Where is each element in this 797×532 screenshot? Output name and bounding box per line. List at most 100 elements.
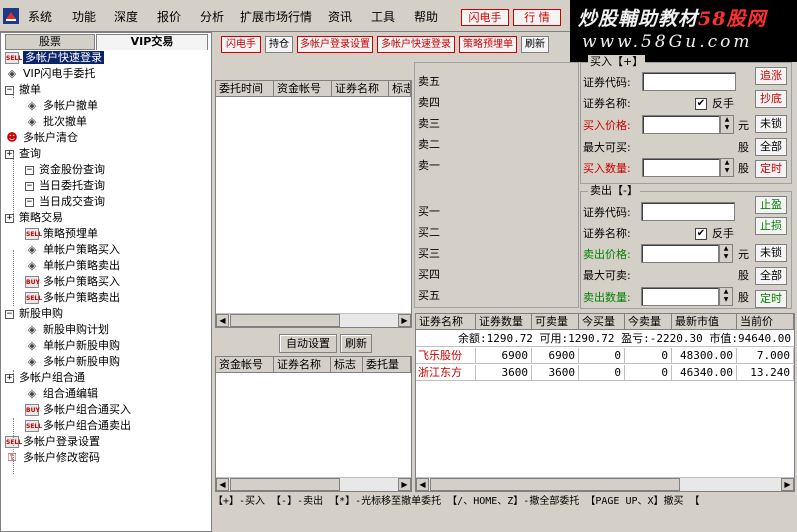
tree-item[interactable]: ◈ 多帐户撤单 — [25, 98, 98, 114]
scroll-right-icon[interactable]: ▶ — [398, 314, 411, 327]
holding-cell[interactable]: 13.240 — [737, 365, 794, 381]
sell-qty-input[interactable] — [641, 287, 719, 306]
scroll-thumb[interactable] — [430, 478, 680, 491]
market-quote-button[interactable]: 行 情 — [513, 9, 561, 26]
buy-dip-button[interactable]: 抄底 — [755, 90, 787, 108]
tree-item[interactable]: − 当日委托查询 — [25, 178, 105, 194]
menu-tools[interactable]: 工具 — [371, 9, 395, 25]
holding-name[interactable]: 飞乐股份 — [416, 348, 476, 364]
scroll-thumb[interactable] — [230, 314, 340, 327]
holding-cell[interactable]: 46340.00 — [672, 365, 737, 381]
take-profit-button[interactable]: 止盈 — [755, 196, 787, 214]
toolbar-login-settings-button[interactable]: 多帐户登录设置 — [297, 36, 373, 53]
menu-news[interactable]: 资讯 — [328, 9, 352, 25]
buy-reverse-checkbox[interactable]: ✔ — [695, 98, 707, 110]
toolbar-quick-login-button[interactable]: 多帐户快速登录 — [377, 36, 455, 53]
buy-qty-input[interactable] — [642, 158, 720, 177]
sell-reverse-checkbox[interactable]: ✔ — [695, 228, 707, 240]
tab-stock[interactable]: 股票 — [5, 34, 95, 50]
menu-depth[interactable]: 深度 — [114, 9, 138, 25]
buy-qty-spinner[interactable]: ▲ ▼ — [720, 158, 734, 177]
menu-analysis[interactable]: 分析 — [200, 9, 224, 25]
holding-cell[interactable]: 6900 — [476, 348, 532, 364]
tree-item[interactable]: SELL策略预埋单 — [25, 226, 98, 242]
holding-cell[interactable]: 0 — [625, 348, 672, 364]
buy-price-input[interactable] — [642, 115, 720, 134]
sell-price-spinner[interactable]: ▲ ▼ — [719, 244, 733, 263]
holding-cell[interactable]: 7.000 — [737, 348, 794, 364]
tree-item[interactable]: − 资金股份查询 — [25, 162, 105, 178]
orders-hscroll[interactable]: ◀ ▶ — [216, 313, 411, 327]
sell-price-input[interactable] — [641, 244, 719, 263]
scroll-right-icon[interactable]: ▶ — [398, 478, 411, 491]
tree-item[interactable]: ◈ VIP闪电手委托 — [5, 66, 96, 82]
tree-item[interactable]: ◈ 单帐户策略卖出 — [25, 258, 120, 274]
col-order-qty[interactable]: 委托量 — [363, 357, 411, 373]
col-account[interactable]: 资金帐号 — [216, 357, 274, 373]
tree-item[interactable]: ◈ 单帐户新股申购 — [25, 338, 120, 354]
tree-item[interactable]: ☻ 多帐户清仓 — [5, 130, 78, 146]
menu-extended-market[interactable]: 扩展市场行情 — [240, 9, 312, 25]
tree-item[interactable]: ◈ 多帐户新股申购 — [25, 354, 120, 370]
tree-item[interactable]: ◈ 新股申购计划 — [25, 322, 109, 338]
holdings-hscroll[interactable]: ◀ ▶ — [416, 477, 794, 491]
scroll-left-icon[interactable]: ◀ — [216, 314, 229, 327]
holding-cell[interactable]: 0 — [579, 365, 625, 381]
menu-quote[interactable]: 报价 — [157, 9, 181, 25]
scroll-left-icon[interactable]: ◀ — [216, 478, 229, 491]
holding-cell[interactable]: 3600 — [532, 365, 579, 381]
menu-system[interactable]: 系统 — [28, 9, 52, 25]
sell-code-input[interactable] — [641, 202, 735, 221]
tree-item[interactable]: SELL多帐户组合通卖出 — [25, 418, 131, 434]
tree-item[interactable]: − 当日成交查询 — [25, 194, 105, 210]
holding-name[interactable]: 浙江东方 — [416, 365, 476, 381]
holding-cell[interactable]: 3600 — [476, 365, 532, 381]
menu-help[interactable]: 帮助 — [414, 9, 438, 25]
tree-item[interactable]: ◈ 组合通编辑 — [25, 386, 98, 402]
buy-lock-button[interactable]: 未锁 — [755, 115, 787, 133]
chase-rise-button[interactable]: 追涨 — [755, 67, 787, 85]
holding-cell[interactable]: 0 — [625, 365, 672, 381]
sell-all-button[interactable]: 全部 — [755, 267, 787, 285]
tree-item[interactable]: ⚿ 多帐户修改密码 — [5, 450, 100, 466]
tree-item[interactable]: SELL多帐户策略卖出 — [25, 290, 120, 306]
toolbar-positions-button[interactable]: 持仓 — [265, 36, 293, 53]
col-flag[interactable]: 标志 — [331, 357, 363, 373]
holdings-col-header[interactable]: 最新市值 — [672, 314, 737, 330]
tree-item[interactable]: + 多帐户组合通 — [5, 370, 85, 386]
tree-item[interactable]: ◈ 批次撤单 — [25, 114, 87, 130]
holdings-col-header[interactable]: 证券数量 — [476, 314, 532, 330]
col-account[interactable]: 资金帐号 — [274, 81, 332, 97]
menu-function[interactable]: 功能 — [72, 9, 96, 25]
scroll-left-icon[interactable]: ◀ — [416, 478, 429, 491]
buy-price-spinner[interactable]: ▲ ▼ — [720, 115, 734, 134]
tree-item[interactable]: − 撤单 — [5, 82, 41, 98]
holding-cell[interactable]: 48300.00 — [672, 348, 737, 364]
accounts-hscroll[interactable]: ◀ ▶ — [216, 477, 411, 491]
holdings-col-header[interactable]: 可卖量 — [532, 314, 579, 330]
sell-lock-button[interactable]: 未锁 — [755, 244, 787, 262]
tree-item[interactable]: SELL多帐户登录设置 — [5, 434, 100, 450]
tree-item[interactable]: − 新股申购 — [5, 306, 63, 322]
sell-qty-spinner[interactable]: ▲ ▼ — [719, 287, 733, 306]
toolbar-flash-button[interactable]: 闪电手 — [221, 36, 261, 53]
buy-timed-button[interactable]: 定时 — [755, 160, 787, 178]
scroll-thumb[interactable] — [230, 478, 340, 491]
tree-item[interactable]: ◈ 单帐户策略买入 — [25, 242, 120, 258]
scroll-right-icon[interactable]: ▶ — [781, 478, 794, 491]
tree-item[interactable]: BUY 多帐户组合通买入 — [25, 402, 131, 418]
col-order-time[interactable]: 委托时间 — [216, 81, 274, 97]
holdings-col-header[interactable]: 今买量 — [579, 314, 625, 330]
holding-cell[interactable]: 6900 — [532, 348, 579, 364]
toolbar-refresh-button[interactable]: 刷新 — [521, 36, 549, 53]
holdings-col-header[interactable]: 证券名称 — [416, 314, 476, 330]
tree-item[interactable]: BUY 多帐户策略买入 — [25, 274, 120, 290]
tree-item[interactable]: + 查询 — [5, 146, 41, 162]
buy-code-input[interactable] — [642, 72, 736, 91]
col-security-name[interactable]: 证券名称 — [332, 81, 389, 97]
mid-refresh-button[interactable]: 刷新 — [340, 334, 372, 353]
auto-set-button[interactable]: 自动设置 — [279, 334, 337, 353]
col-flag[interactable]: 标志 — [389, 81, 411, 97]
flash-trade-button[interactable]: 闪电手 — [461, 9, 509, 26]
stop-loss-button[interactable]: 止损 — [755, 217, 787, 235]
